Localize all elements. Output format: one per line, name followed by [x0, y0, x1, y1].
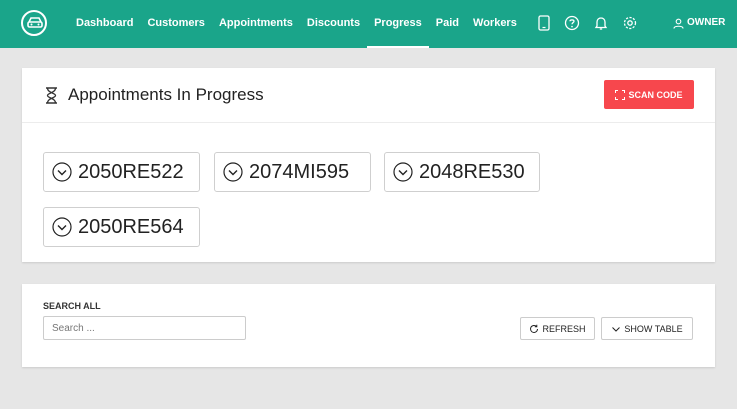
- tablet-icon[interactable]: [536, 15, 552, 31]
- scan-icon: [615, 89, 626, 100]
- hourglass-icon: [45, 87, 58, 109]
- bell-icon[interactable]: [593, 15, 609, 31]
- appointment-code: 2048RE530: [419, 160, 525, 183]
- nav-links: Dashboard Customers Appointments Discoun…: [69, 0, 524, 48]
- search-card: SEARCH ALL REFRESH SHOW TABLE: [22, 284, 715, 367]
- scan-code-label: SCAN CODE: [628, 89, 683, 100]
- appointment-chip[interactable]: 2050RE522: [43, 152, 200, 192]
- help-icon[interactable]: [564, 15, 580, 31]
- appointment-code: 2074MI595: [249, 160, 350, 183]
- nav-workers[interactable]: Workers: [466, 0, 524, 48]
- nav-appointments[interactable]: Appointments: [212, 0, 300, 48]
- refresh-icon: [530, 324, 539, 333]
- show-table-button[interactable]: SHOW TABLE: [601, 317, 693, 340]
- search-label: SEARCH ALL: [43, 301, 101, 311]
- top-navbar: Dashboard Customers Appointments Discoun…: [0, 0, 737, 48]
- car-logo-icon[interactable]: [21, 10, 47, 36]
- user-icon: [673, 18, 684, 29]
- gear-icon[interactable]: [622, 15, 638, 31]
- refresh-button[interactable]: REFRESH: [520, 317, 595, 340]
- nav-progress[interactable]: Progress: [367, 0, 429, 48]
- appointments-in-progress-card: Appointments In Progress SCAN CODE 2050R…: [22, 68, 715, 262]
- nav-dashboard[interactable]: Dashboard: [69, 0, 140, 48]
- appointment-code: 2050RE522: [78, 160, 184, 183]
- nav-discounts[interactable]: Discounts: [300, 0, 367, 48]
- nav-paid[interactable]: Paid: [429, 0, 466, 48]
- search-input[interactable]: [43, 316, 246, 340]
- appointment-chip[interactable]: 2074MI595: [214, 152, 371, 192]
- page-title: Appointments In Progress: [68, 85, 264, 104]
- chevron-down-icon: [612, 326, 621, 332]
- refresh-label: REFRESH: [542, 323, 586, 334]
- chevron-circle-down-icon: [52, 217, 72, 237]
- nav-customers[interactable]: Customers: [140, 0, 211, 48]
- card-header: Appointments In Progress SCAN CODE: [22, 68, 715, 123]
- appointment-chip[interactable]: 2048RE530: [384, 152, 540, 192]
- user-menu[interactable]: OWNER: [673, 0, 725, 46]
- chevron-circle-down-icon: [223, 162, 243, 182]
- chevron-circle-down-icon: [52, 162, 72, 182]
- show-table-label: SHOW TABLE: [624, 323, 683, 334]
- chevron-circle-down-icon: [393, 162, 413, 182]
- appointment-chip[interactable]: 2050RE564: [43, 207, 200, 247]
- appointment-code: 2050RE564: [78, 215, 184, 238]
- user-label: OWNER: [687, 17, 726, 28]
- scan-code-button[interactable]: SCAN CODE: [604, 80, 694, 109]
